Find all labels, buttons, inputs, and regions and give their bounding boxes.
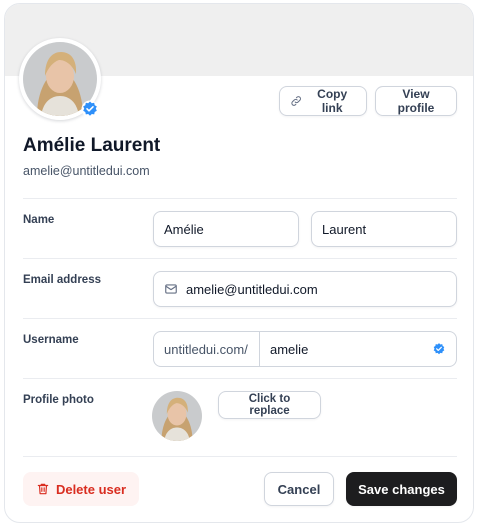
link-icon — [291, 96, 301, 106]
copy-link-label: Copy link — [317, 87, 348, 115]
mail-icon — [165, 284, 177, 294]
trash-icon — [37, 483, 49, 495]
delete-user-label: Delete user — [55, 481, 127, 497]
profile-avatar[interactable] — [19, 38, 101, 120]
profile-email: amelie@untitledui.com — [23, 164, 150, 178]
view-profile-label: View profile — [397, 87, 435, 115]
divider — [23, 456, 457, 457]
profile-name: Amélie Laurent — [23, 135, 161, 156]
divider — [23, 378, 457, 379]
verified-check-icon — [81, 100, 99, 118]
profile-photo-label: Profile photo — [23, 394, 94, 406]
delete-user-button[interactable]: Delete user — [23, 472, 139, 506]
email-value: amelie@untitledui.com — [186, 281, 318, 297]
username-value: amelie — [270, 341, 309, 357]
username-field[interactable]: untitledui.com/ amelie — [153, 331, 457, 367]
replace-photo-button[interactable]: Click to replace — [218, 391, 321, 419]
name-label: Name — [23, 214, 55, 226]
view-profile-button[interactable]: View profile — [375, 86, 457, 116]
username-input[interactable]: amelie — [260, 332, 432, 366]
divider — [23, 318, 457, 319]
email-input[interactable]: amelie@untitledui.com — [153, 271, 457, 307]
username-label: Username — [23, 334, 79, 346]
divider — [23, 198, 457, 199]
cancel-button[interactable]: Cancel — [264, 472, 334, 506]
divider — [23, 258, 457, 259]
profile-photo-thumbnail — [152, 391, 202, 441]
last-name-input[interactable]: Laurent — [311, 211, 457, 247]
save-changes-button[interactable]: Save changes — [346, 472, 457, 506]
copy-link-button[interactable]: Copy link — [279, 86, 367, 116]
verified-check-icon — [433, 343, 445, 355]
profile-card: Copy link View profile Amélie Laurent am… — [4, 3, 474, 523]
replace-photo-label: Click to replace — [248, 393, 291, 417]
username-prefix: untitledui.com/ — [154, 332, 260, 366]
first-name-input[interactable]: Amélie — [153, 211, 299, 247]
first-name-value: Amélie — [164, 221, 204, 237]
last-name-value: Laurent — [322, 221, 367, 237]
save-changes-label: Save changes — [358, 481, 445, 497]
email-label: Email address — [23, 274, 101, 286]
cancel-label: Cancel — [277, 481, 321, 497]
